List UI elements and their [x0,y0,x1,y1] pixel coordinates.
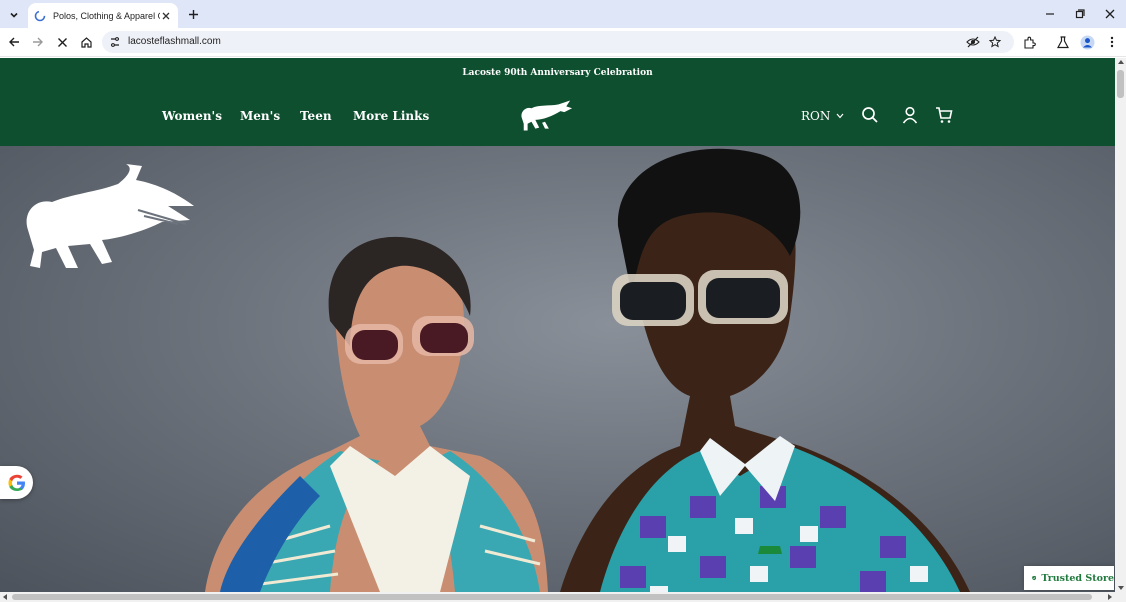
url-text[interactable]: lacosteflashmall.com [128,36,221,47]
shield-check-icon [1032,575,1037,581]
site-header: Lacoste 90th Anniversary Celebration Wom… [0,58,1115,146]
google-badge[interactable] [0,466,33,499]
scroll-right-icon[interactable] [1108,594,1112,600]
labs-icon[interactable] [1055,34,1071,50]
tab-title: Polos, Clothing & Apparel Online [53,10,160,21]
vertical-scrollbar[interactable] [1115,58,1126,592]
scroll-down-icon[interactable] [1118,586,1124,590]
browser-tab-bar: Polos, Clothing & Apparel Online [0,0,1126,28]
currency-label: RON [801,109,831,123]
window-close-icon[interactable] [1102,6,1118,22]
close-icon[interactable] [160,10,172,22]
crocodile-logo-icon[interactable] [516,98,574,134]
home-icon[interactable] [78,34,94,50]
cart-icon[interactable] [935,106,953,124]
restore-icon[interactable] [1072,6,1088,22]
chrome-loading-icon [34,10,46,21]
nav-more-links[interactable]: More Links [353,109,429,123]
currency-selector[interactable]: RON [801,109,844,123]
scroll-left-icon[interactable] [3,594,7,600]
browser-tab[interactable]: Polos, Clothing & Apparel Online [28,3,178,28]
horizontal-scrollbar[interactable] [0,592,1126,602]
eye-off-icon[interactable] [966,35,980,49]
tab-list-icon[interactable] [6,7,22,23]
new-tab-icon[interactable] [186,7,200,21]
kebab-menu-icon[interactable] [1104,34,1120,50]
hero-banner[interactable] [0,146,1115,592]
google-g-icon [8,474,25,491]
nav-teen[interactable]: Teen [300,109,332,123]
extensions-icon[interactable] [1021,34,1037,50]
crocodile-logo-icon [26,164,195,268]
back-arrow-icon[interactable] [6,34,22,50]
star-icon[interactable] [988,35,1002,49]
browser-toolbar: lacosteflashmall.com [0,28,1126,57]
forward-arrow-icon[interactable] [30,34,46,50]
chevron-down-icon [836,113,844,119]
profile-icon[interactable] [1079,34,1095,50]
nav-men[interactable]: Men's [240,109,280,123]
trusted-store-label: Trusted Store [1041,572,1114,584]
announcement-bar[interactable]: Lacoste 90th Anniversary Celebration [0,68,1115,78]
scrollbar-thumb[interactable] [12,594,1092,600]
minimize-icon[interactable] [1042,6,1058,22]
nav-women[interactable]: Women's [162,109,222,123]
trusted-store-badge[interactable]: Trusted Store [1024,566,1114,590]
scroll-up-icon[interactable] [1118,60,1124,64]
site-info-icon[interactable] [109,36,121,48]
account-icon[interactable] [901,106,919,124]
address-bar[interactable]: lacosteflashmall.com [102,31,1014,53]
stop-loading-icon[interactable] [54,34,70,50]
search-icon[interactable] [861,106,879,124]
scrollbar-thumb[interactable] [1117,70,1124,98]
